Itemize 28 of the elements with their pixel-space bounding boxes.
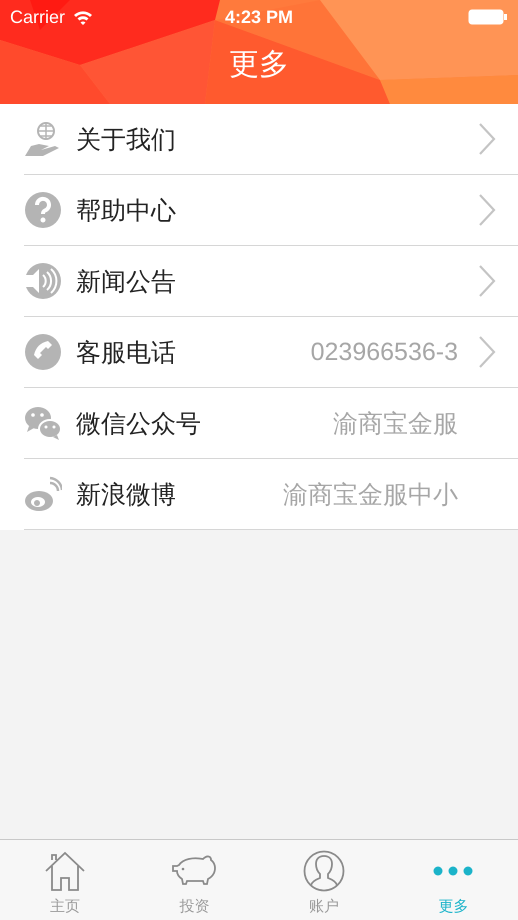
row-value: 023966536-3 <box>310 338 458 366</box>
chat-bubbles-icon <box>24 404 62 442</box>
row-value: 渝商宝金服中小 <box>283 480 458 510</box>
menu-row[interactable]: 微信公众号 渝商宝金服 <box>24 388 518 459</box>
status-time: 4:23 PM <box>224 6 294 28</box>
phone-icon <box>24 333 62 371</box>
eye-logo-icon <box>24 475 62 513</box>
menu-row[interactable]: 新闻公告 <box>24 246 518 317</box>
menu-row[interactable]: 新浪微博 渝商宝金服中小 <box>24 459 518 530</box>
menu-row[interactable]: 客服电话 023966536-3 <box>24 317 518 388</box>
row-label: 帮助中心 <box>76 196 176 226</box>
menu-row[interactable]: 关于我们 <box>24 104 518 175</box>
row-value: 渝商宝金服 <box>333 408 458 440</box>
home-icon <box>44 851 86 891</box>
row-label: 新闻公告 <box>76 266 176 298</box>
more-icon <box>433 865 474 877</box>
speaker-icon <box>24 262 62 300</box>
battery-icon <box>468 9 508 25</box>
wifi-icon <box>73 10 94 24</box>
row-label: 微信公众号 <box>76 408 201 440</box>
carrier-name: Carrier <box>10 6 66 28</box>
row-label: 客服电话 <box>76 338 176 368</box>
row-label: 新浪微博 <box>76 480 176 510</box>
page-title: 更多 <box>229 50 289 80</box>
menu-row[interactable]: 帮助中心 <box>24 175 518 246</box>
user-icon <box>302 850 345 892</box>
help-icon <box>24 191 62 229</box>
row-label: 关于我们 <box>76 124 176 156</box>
